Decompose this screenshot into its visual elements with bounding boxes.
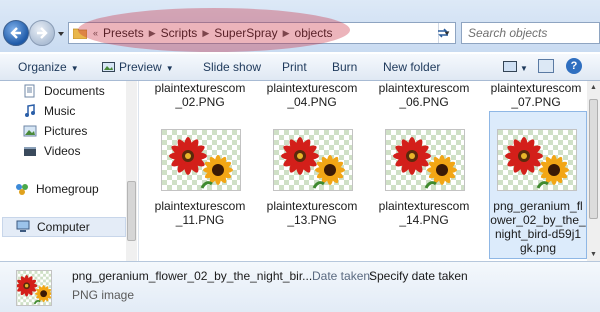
details-thumbnail: [16, 270, 52, 306]
file-item[interactable]: plaintexturescom _11.PNG: [150, 199, 250, 227]
preview-pane-button[interactable]: [538, 59, 554, 73]
change-view-button[interactable]: ▼: [503, 61, 528, 73]
arrow-right-icon: [37, 27, 48, 39]
file-item[interactable]: plaintexturescom _06.PNG: [374, 81, 474, 109]
nav-scrollbar-thumb[interactable]: [127, 181, 136, 241]
scrollbar-thumb[interactable]: [589, 99, 598, 219]
chevron-down-icon: ▼: [165, 64, 174, 73]
date-taken-field[interactable]: Specify date taken: [369, 269, 468, 283]
nav-label: Videos: [44, 144, 81, 158]
recent-pages-dropdown-icon[interactable]: [57, 30, 65, 38]
image-thumbnail[interactable]: [497, 129, 577, 191]
details-pane: png_geranium_flower_02_by_the_night_bir.…: [0, 261, 600, 312]
nav-label: Homegroup: [36, 182, 99, 196]
file-name-line: plaintexturescom: [266, 199, 358, 213]
back-button[interactable]: [3, 20, 29, 46]
help-icon[interactable]: ?: [566, 58, 582, 74]
new-folder-button[interactable]: New folder: [383, 60, 440, 74]
nav-label: Computer: [37, 220, 90, 234]
arrow-left-icon: [10, 27, 21, 39]
file-item[interactable]: plaintexturescom _04.PNG: [262, 81, 362, 109]
preview-label: Preview: [119, 60, 162, 74]
nav-label: Music: [44, 104, 76, 118]
command-bar: Organize ▼ Preview ▼ Slide show Print Burn…: [0, 54, 600, 81]
search-input[interactable]: Search objects: [461, 22, 600, 44]
computer-icon: [15, 220, 31, 234]
preview-button[interactable]: Preview ▼: [102, 60, 174, 74]
slide-show-button[interactable]: Slide show: [203, 60, 261, 74]
file-name-line: _04.PNG: [287, 95, 337, 109]
image-thumbnail[interactable]: [161, 129, 241, 191]
chevron-down-icon: ▼: [70, 64, 79, 73]
file-name-line: plaintexturescom: [490, 81, 582, 95]
file-name-line: _06.PNG: [399, 95, 449, 109]
scroll-up-icon[interactable]: ▲: [587, 81, 600, 94]
file-name-line: _14.PNG: [399, 213, 449, 227]
file-item[interactable]: plaintexturescom _13.PNG: [262, 199, 362, 227]
nav-pane-scrollbar[interactable]: [126, 81, 137, 261]
view-icon: [503, 61, 517, 72]
file-item[interactable]: png_geranium_fl ower_02_by_the_ night_bi…: [488, 199, 588, 255]
nav-label: Pictures: [44, 124, 88, 138]
file-name-line: plaintexturescom: [154, 199, 246, 213]
file-name-line: _11.PNG: [175, 213, 225, 227]
file-item[interactable]: plaintexturescom _14.PNG: [374, 199, 474, 227]
file-name-line: plaintexturescom: [378, 81, 470, 95]
file-item[interactable]: plaintexturescom _02.PNG: [150, 81, 250, 109]
image-preview-icon: [102, 62, 115, 72]
documents-icon: [22, 84, 38, 98]
file-name-line: png_geranium_fl: [493, 199, 583, 213]
nav-item-homegroup[interactable]: Homegroup: [14, 179, 139, 199]
music-icon: [22, 104, 38, 118]
address-bar-row: « Presets ▶ Scripts ▶ SuperSpray ▶ objec…: [0, 0, 600, 52]
file-item[interactable]: plaintexturescom _07.PNG: [486, 81, 586, 109]
file-list: plaintexturescom _02.PNG plaintexturesco…: [139, 81, 587, 261]
scroll-down-icon[interactable]: ▼: [587, 248, 600, 261]
file-name-line: plaintexturescom: [154, 81, 246, 95]
organize-label: Organize: [18, 60, 67, 74]
nav-item-computer[interactable]: Computer: [2, 217, 126, 237]
file-name-line: _13.PNG: [287, 213, 337, 227]
file-name-line: _02.PNG: [175, 95, 225, 109]
details-file-name: png_geranium_flower_02_by_the_night_bir.…: [72, 269, 313, 283]
pictures-icon: [22, 124, 38, 138]
image-thumbnail[interactable]: [385, 129, 465, 191]
homegroup-icon: [14, 182, 30, 196]
organize-button[interactable]: Organize ▼: [18, 60, 79, 74]
navigation-pane: Documents Music Pictures Videos Homegrou…: [0, 81, 139, 261]
burn-button[interactable]: Burn: [332, 60, 357, 74]
content-scrollbar[interactable]: ▲ ▼: [587, 81, 600, 261]
image-thumbnail[interactable]: [273, 129, 353, 191]
forward-button[interactable]: [29, 20, 55, 46]
nav-label: Documents: [44, 84, 105, 98]
details-file-type: PNG image: [72, 288, 135, 302]
refresh-icon: [438, 28, 448, 38]
highlight-annotation: [78, 8, 350, 52]
print-button[interactable]: Print: [282, 60, 307, 74]
videos-icon: [22, 144, 38, 158]
file-name-line: gk.png: [519, 241, 557, 255]
file-name-line: plaintexturescom: [378, 199, 470, 213]
refresh-button[interactable]: [432, 24, 454, 42]
date-taken-label: Date taken:: [312, 269, 374, 283]
file-name-line: ower_02_by_the_: [490, 213, 586, 227]
file-name-line: _07.PNG: [511, 95, 561, 109]
file-name-line: night_bird-d59j1: [494, 227, 582, 241]
file-name-line: plaintexturescom: [266, 81, 358, 95]
